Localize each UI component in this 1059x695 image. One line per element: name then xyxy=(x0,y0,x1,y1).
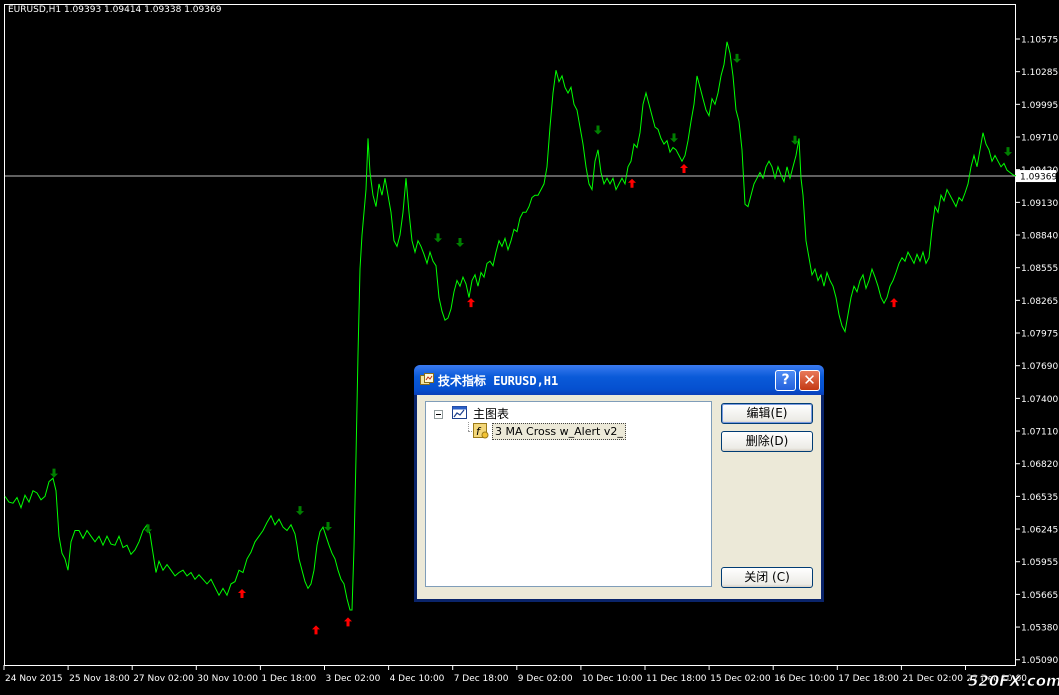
price-label: 1.06245 xyxy=(1021,526,1058,536)
price-label: 1.09130 xyxy=(1021,199,1058,209)
sell-arrow-icon xyxy=(456,237,464,247)
price-label: 1.08840 xyxy=(1021,232,1058,242)
buy-arrow-icon xyxy=(238,588,246,598)
sell-arrow-icon xyxy=(1004,147,1012,157)
time-label: 21 Dec 02:00 xyxy=(902,674,963,684)
time-label: 27 Nov 02:00 xyxy=(133,674,194,684)
price-label: 1.07110 xyxy=(1021,428,1058,438)
price-label: 1.05665 xyxy=(1021,591,1058,601)
price-label: 1.07400 xyxy=(1021,395,1058,405)
tree-item-main-chart[interactable]: 主图表 xyxy=(473,405,509,422)
buy-arrow-icon xyxy=(680,163,688,173)
close-window-button[interactable]: ✕ xyxy=(799,370,820,391)
time-label: 25 Nov 18:00 xyxy=(69,674,130,684)
collapse-toggle-icon[interactable] xyxy=(434,410,443,419)
price-label: 1.09710 xyxy=(1021,134,1058,144)
sell-arrow-icon xyxy=(324,522,332,532)
indicator-tree[interactable]: 主图表 f 3 MA Cross w_Alert v2_ xyxy=(425,401,712,587)
price-label: 1.10575 xyxy=(1021,36,1058,46)
dialog-titlebar[interactable]: 技术指标 EURUSD,H1 ? ✕ xyxy=(414,365,824,395)
sell-arrow-icon xyxy=(594,125,602,135)
time-label: 7 Dec 18:00 xyxy=(454,674,509,684)
help-button[interactable]: ? xyxy=(775,370,796,391)
tree-item-indicator[interactable]: 3 MA Cross w_Alert v2_ xyxy=(492,423,626,440)
indicators-window-icon xyxy=(420,373,434,385)
price-label: 1.07690 xyxy=(1021,362,1058,372)
price-label: 1.08265 xyxy=(1021,297,1058,307)
sell-arrow-icon xyxy=(144,524,152,534)
price-label: 1.08555 xyxy=(1021,264,1058,274)
tree-connector xyxy=(468,422,469,431)
buy-arrow-icon xyxy=(344,617,352,627)
buy-arrow-icon xyxy=(890,298,898,308)
symbol-info: EURUSD,H1 1.09393 1.09414 1.09338 1.0936… xyxy=(8,5,222,15)
buy-arrow-icon xyxy=(312,625,320,635)
price-label: 1.10285 xyxy=(1021,68,1058,78)
dialog-title: 技术指标 EURUSD,H1 xyxy=(438,374,559,388)
time-label: 1 Dec 18:00 xyxy=(261,674,316,684)
dialog-client: 主图表 f 3 MA Cross w_Alert v2_ 编辑(E) 删除(D)… xyxy=(417,395,821,599)
time-label: 17 Dec 18:00 xyxy=(838,674,899,684)
price-label: 1.06820 xyxy=(1021,460,1058,470)
sell-arrow-icon xyxy=(434,233,442,243)
time-label: 3 Dec 02:00 xyxy=(326,674,381,684)
time-label: 24 Nov 2015 xyxy=(5,674,63,684)
delete-button[interactable]: 删除(D) xyxy=(721,431,813,452)
indicators-dialog: 技术指标 EURUSD,H1 ? ✕ 主图表 f 3 MA Cross w_Al… xyxy=(414,365,824,602)
sell-arrow-icon xyxy=(733,53,741,63)
chart-window-icon xyxy=(452,406,467,419)
time-label: 9 Dec 02:00 xyxy=(518,674,573,684)
sell-arrow-icon xyxy=(670,133,678,143)
time-label: 11 Dec 18:00 xyxy=(646,674,707,684)
buy-arrow-icon xyxy=(467,298,475,308)
sell-arrow-icon xyxy=(50,468,58,478)
close-button[interactable]: 关闭 (C) xyxy=(721,567,813,588)
edit-button[interactable]: 编辑(E) xyxy=(721,403,813,424)
buy-arrow-icon xyxy=(628,178,636,188)
current-price-label: 1.09369 xyxy=(1020,173,1057,183)
time-label: 10 Dec 10:00 xyxy=(582,674,643,684)
time-label: 30 Nov 10:00 xyxy=(197,674,258,684)
watermark: 520FX.com xyxy=(968,672,1059,690)
price-label: 1.05955 xyxy=(1021,558,1058,568)
time-label: 16 Dec 10:00 xyxy=(774,674,835,684)
price-label: 1.05380 xyxy=(1021,624,1058,634)
time-label: 4 Dec 10:00 xyxy=(390,674,445,684)
time-label: 15 Dec 02:00 xyxy=(710,674,771,684)
indicator-function-icon: f xyxy=(473,423,489,439)
price-label: 1.06535 xyxy=(1021,493,1058,503)
price-label: 1.05090 xyxy=(1021,656,1058,666)
price-label: 1.09995 xyxy=(1021,101,1058,111)
sell-arrow-icon xyxy=(296,506,304,516)
price-label: 1.07975 xyxy=(1021,330,1058,340)
